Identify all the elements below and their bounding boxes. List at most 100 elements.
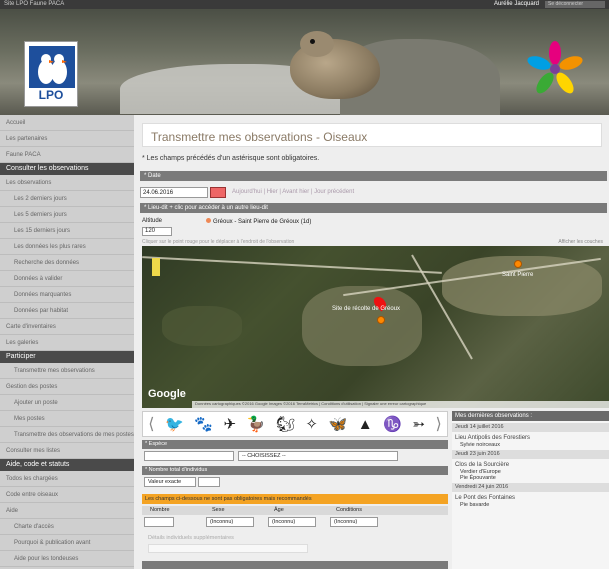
sidebar-section-header: Consulter les observations [0, 163, 134, 175]
sidebar-item[interactable]: Charte d'accès [0, 519, 134, 535]
map-clearing [302, 286, 422, 366]
user-name[interactable]: Aurélie Jacquard [494, 1, 539, 7]
taxon-prev-icon[interactable]: ⟨ [148, 414, 154, 434]
calendar-icon[interactable] [210, 187, 226, 198]
google-logo: Google [148, 388, 186, 400]
sidebar-item[interactable]: Consulter mes listes [0, 443, 134, 459]
taxon-group-icon[interactable]: 🦆 [247, 415, 266, 433]
sidebar-item[interactable]: Aide pour les tondeuses [0, 551, 134, 567]
sidebar-item[interactable]: Les 15 derniers jours [0, 223, 134, 239]
logout-button[interactable]: Se déconnecter [545, 1, 605, 8]
count-type-select[interactable]: Valeur exacte [144, 477, 196, 487]
espece-section-header: * Espèce [142, 440, 448, 449]
date-shortcuts[interactable]: Aujourd'hui | Hier | Avant hier | Jour p… [232, 189, 354, 195]
sidebar-item[interactable]: Ajouter un poste [0, 395, 134, 411]
map-marker-orange[interactable] [377, 316, 385, 324]
recent-date: Jeudi 14 juillet 2016 [452, 423, 609, 432]
sidebar-item[interactable]: Les partenaires [0, 131, 134, 147]
altitude-label: Altitude [142, 218, 163, 224]
lpo-logo-puffin-icon [29, 46, 75, 88]
altitude-input[interactable]: 120 [142, 227, 172, 236]
recent-place-link[interactable]: Clos de la Sourcière [452, 459, 609, 469]
taxon-group-icon[interactable]: ➳ [412, 415, 425, 433]
count-input[interactable] [198, 477, 220, 487]
sidebar-item[interactable]: Les 2 derniers jours [0, 191, 134, 207]
row-age-select[interactable]: (Inconnu) [268, 517, 316, 527]
species-select[interactable]: -- CHOISISSEZ -- [238, 451, 398, 461]
recent-species[interactable]: Sylvie noirceaux [452, 442, 609, 448]
map-hint: Cliquer sur le point rouge pour le dépla… [142, 239, 295, 245]
row-count-input[interactable] [144, 517, 174, 527]
place-name[interactable]: Gréoux - Saint Pierre de Gréoux (1d) [206, 218, 311, 225]
sidebar-item[interactable]: Données marquantes [0, 287, 134, 303]
taxon-group-icon[interactable]: 🐾 [194, 415, 213, 433]
bottom-section-header [142, 561, 448, 569]
recent-place-link[interactable]: Le Pont des Fontaines [452, 492, 609, 502]
site-name[interactable]: Site LPO Faune PACA [4, 1, 64, 7]
sidebar: Accueil Les partenaires Faune PACA Consulte… [0, 115, 134, 569]
sidebar-item[interactable]: Mes postes [0, 411, 134, 427]
sidebar-item[interactable]: Données à valider [0, 271, 134, 287]
recent-date: Vendredi 24 juin 2016 [452, 483, 609, 492]
sidebar-item[interactable]: Todos les chargées [0, 471, 134, 487]
sidebar-item[interactable]: Transmettre mes observations [0, 363, 134, 379]
sidebar-item[interactable]: Recherche des données [0, 255, 134, 271]
row-cond-select[interactable]: (Inconnu) [330, 517, 378, 527]
extra-details-input[interactable] [148, 544, 308, 553]
map-clearing [442, 256, 602, 316]
nombre-section-header: * Nombre total d'individus [142, 466, 448, 475]
required-note: * Les champs précédés d'un astérisque so… [142, 155, 320, 162]
lpo-logo[interactable]: LPO [24, 41, 78, 107]
sidebar-item[interactable]: Les galeries [0, 335, 134, 351]
taxon-group-icon[interactable]: 🐿 [276, 415, 295, 433]
map-marker-orange[interactable] [514, 260, 522, 268]
sidebar-item[interactable]: Les observations [0, 175, 134, 191]
recent-place-link[interactable]: Lieu Antipolis des Forestiers [452, 432, 609, 442]
optional-section-header: Les champs ci-dessous ne sont pas obliga… [142, 494, 448, 504]
taxon-group-icon[interactable]: 🐦 [165, 415, 184, 433]
faune-paca-flower-icon[interactable] [525, 39, 585, 99]
date-input[interactable]: 24.06.2016 [140, 187, 208, 198]
taxon-group-icon[interactable]: ♑ [383, 415, 402, 433]
sidebar-item[interactable]: Gestion des postes [0, 379, 134, 395]
recent-observations-title: Mes dernières observations : [452, 411, 609, 421]
sidebar-item[interactable]: Faune PACA [0, 147, 134, 163]
sidebar-item[interactable]: Transmettre des observations de mes post… [0, 427, 134, 443]
satellite-map[interactable]: Site de récolte de Gréoux Saint Pierre G… [142, 246, 609, 408]
details-table-header: Nombre Sexe Âge Conditions [142, 506, 448, 515]
map-attribution: Données cartographiques ©2016 Google Ima… [192, 401, 609, 408]
place-label: Gréoux - Saint Pierre de Gréoux (1d) [213, 219, 312, 225]
map-layers-link[interactable]: Afficher les couches [558, 239, 603, 245]
map-clearing [162, 306, 242, 346]
map-zoom-control[interactable] [152, 258, 160, 276]
row-sexe-select[interactable]: (Inconnu) [206, 517, 254, 527]
sidebar-item[interactable]: Code entre oiseaux [0, 487, 134, 503]
place-section-header: * Lieu-dit + clic pour accéder à un autr… [140, 203, 607, 213]
sidebar-item[interactable]: Accueil [0, 115, 134, 131]
recent-species[interactable]: Pie Épouvante [452, 475, 609, 481]
taxon-selector: ⟨ 🐦 🐾 ✈ 🦆 🐿 ✧ 🦋 ▲ ♑ ➳ ⟩ [142, 411, 448, 437]
extra-details-label: Détails individuels supplémentaires [148, 535, 234, 541]
sidebar-item[interactable]: Les 5 derniers jours [0, 207, 134, 223]
recent-species[interactable]: Pie bavarde [452, 502, 609, 508]
taxon-group-icon[interactable]: ▲ [358, 416, 373, 433]
col-age: Âge [274, 507, 284, 513]
banner-bird-head [300, 31, 334, 57]
sidebar-item[interactable]: Carte d'inventaires [0, 319, 134, 335]
taxon-next-icon[interactable]: ⟩ [435, 414, 441, 434]
taxon-group-icon[interactable]: ✧ [305, 415, 318, 433]
taxon-group-icon[interactable]: ✈ [223, 415, 236, 433]
taxon-group-icon[interactable]: 🦋 [329, 415, 348, 433]
date-section-header: * Date [140, 171, 607, 181]
header-banner: LPO [0, 9, 609, 115]
species-search-input[interactable] [144, 451, 234, 461]
sidebar-item[interactable]: Aide [0, 503, 134, 519]
sidebar-item[interactable]: Les données les plus rares [0, 239, 134, 255]
page-title: Transmettre mes observations - Oiseaux [142, 123, 602, 147]
sidebar-item[interactable]: Données par habitat [0, 303, 134, 319]
lpo-logo-text: LPO [38, 88, 64, 102]
col-nombre: Nombre [150, 507, 170, 513]
col-conditions: Conditions [336, 507, 362, 513]
sidebar-item[interactable]: Pourquoi & publication avant [0, 535, 134, 551]
sidebar-section-header: Aide, code et statuts [0, 459, 134, 471]
